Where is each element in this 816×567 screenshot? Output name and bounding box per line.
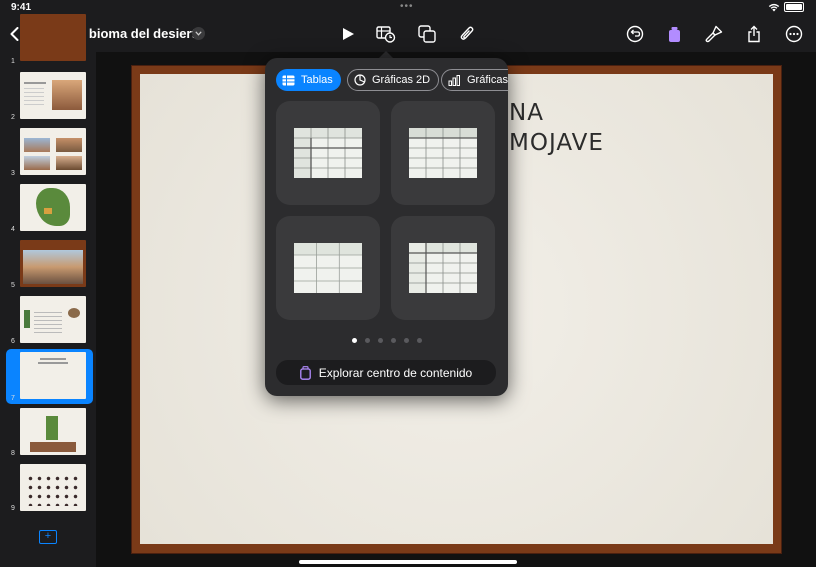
page-dot[interactable]	[403, 338, 409, 343]
slide-thumbnail-1[interactable]	[20, 14, 86, 61]
home-indicator[interactable]	[299, 560, 517, 564]
slide-thumbnail-3[interactable]	[20, 128, 86, 175]
slide-title-line-2[interactable]: MOJAVE	[509, 130, 604, 156]
slide-number: 6	[11, 338, 15, 345]
explore-content-hub-button[interactable]: Explorar centro de contenido	[276, 360, 496, 385]
insert-table-chart-icon[interactable]	[375, 16, 397, 52]
format-panel-icon[interactable]	[665, 16, 683, 52]
slide-thumbnail-7[interactable]	[20, 352, 86, 399]
tab-label: Gráficas	[467, 74, 508, 86]
insert-table-popover: Tablas Gráficas 2D Gráficas Explorar cen…	[265, 58, 508, 396]
table-thumbnail	[409, 128, 477, 178]
slide-number: 4	[11, 226, 15, 233]
status-right	[768, 2, 804, 12]
chart-2d-icon	[354, 74, 366, 86]
slide-number: 7	[11, 395, 15, 402]
multitasking-icon[interactable]: •••	[400, 1, 414, 12]
chevron-down-icon[interactable]	[192, 27, 205, 40]
slide-title-line-1[interactable]: NA	[509, 100, 544, 126]
table-style-3[interactable]	[276, 216, 380, 320]
wifi-icon	[768, 3, 780, 11]
tab-label: Tablas	[301, 74, 333, 86]
table-style-2[interactable]	[391, 101, 495, 205]
play-icon[interactable]	[340, 16, 356, 52]
paperclip-icon[interactable]	[457, 16, 477, 52]
tab-graficas-2d[interactable]: Gráficas 2D	[347, 69, 440, 91]
slide-number: 1	[11, 58, 15, 65]
add-slide-button[interactable]: +	[39, 530, 57, 544]
slide-number: 5	[11, 282, 15, 289]
chart-3d-icon	[448, 74, 460, 86]
format-brush-icon[interactable]	[704, 16, 724, 52]
page-dot[interactable]	[364, 338, 370, 343]
page-dot[interactable]	[351, 338, 357, 343]
more-options-icon[interactable]	[784, 16, 804, 52]
content-hub-icon	[299, 365, 311, 380]
slide-number: 2	[11, 114, 15, 121]
toolbar: El bioma del desierto	[0, 16, 816, 52]
status-bar: 9:41 •••	[0, 0, 816, 16]
document-title[interactable]: El bioma del desierto	[73, 26, 204, 41]
slide-thumbnail-6[interactable]	[20, 296, 86, 343]
slide-navigator: 1 2 3 4 5 6 7 8 9 +	[0, 14, 96, 567]
page-indicator[interactable]	[265, 338, 508, 343]
tab-label: Gráficas 2D	[372, 74, 431, 86]
table-style-4[interactable]	[391, 216, 495, 320]
slide-number: 3	[11, 170, 15, 177]
slide-thumbnail-9[interactable]	[20, 464, 86, 511]
table-icon	[282, 75, 295, 85]
table-thumbnail	[294, 128, 362, 178]
slide-thumbnail-8[interactable]	[20, 408, 86, 455]
slide-thumbnail-4[interactable]	[20, 184, 86, 231]
page-dot[interactable]	[416, 338, 422, 343]
page-dot[interactable]	[390, 338, 396, 343]
slide-number: 9	[11, 505, 15, 512]
tab-tablas[interactable]: Tablas	[276, 69, 341, 91]
battery-icon	[784, 2, 804, 12]
status-time: 9:41	[11, 2, 32, 13]
table-style-1[interactable]	[276, 101, 380, 205]
slide-thumbnail-2[interactable]	[20, 72, 86, 119]
slide-thumbnail-5[interactable]	[20, 240, 86, 287]
undo-icon[interactable]	[625, 16, 645, 52]
insert-shape-icon[interactable]	[417, 16, 437, 52]
tab-graficas-3d[interactable]: Gráficas	[441, 69, 508, 91]
table-thumbnail	[294, 243, 362, 293]
explore-label: Explorar centro de contenido	[318, 365, 473, 380]
page-dot[interactable]	[377, 338, 383, 343]
slide-number: 8	[11, 450, 15, 457]
share-icon[interactable]	[745, 16, 763, 52]
table-thumbnail	[409, 243, 477, 293]
